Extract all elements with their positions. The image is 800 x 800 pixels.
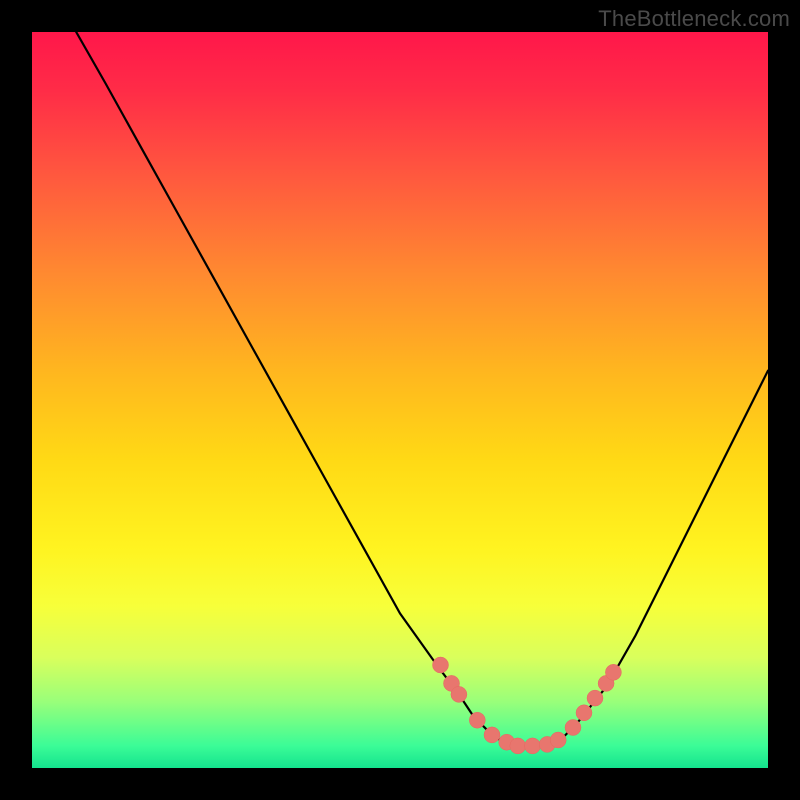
bottleneck-curve-svg bbox=[32, 32, 768, 768]
marker-dot bbox=[451, 686, 467, 702]
plot-area bbox=[32, 32, 768, 768]
bottleneck-curve-line bbox=[76, 32, 768, 746]
watermark-text: TheBottleneck.com bbox=[598, 6, 790, 32]
marker-dot bbox=[576, 705, 592, 721]
marker-dots-group bbox=[433, 657, 622, 754]
marker-dot bbox=[510, 738, 526, 754]
marker-dot bbox=[550, 732, 566, 748]
marker-dot bbox=[525, 738, 541, 754]
marker-dot bbox=[605, 664, 621, 680]
outer-frame: TheBottleneck.com bbox=[0, 0, 800, 800]
marker-dot bbox=[469, 712, 485, 728]
marker-dot bbox=[565, 720, 581, 736]
marker-dot bbox=[433, 657, 449, 673]
marker-dot bbox=[587, 690, 603, 706]
marker-dot bbox=[484, 727, 500, 743]
